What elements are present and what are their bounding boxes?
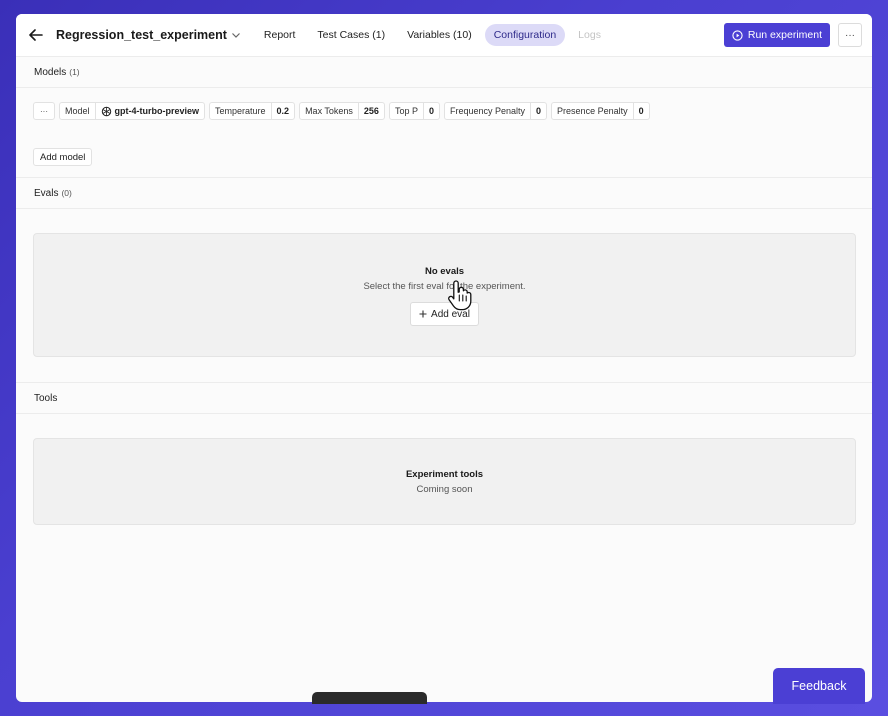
models-section-header: Models (1) bbox=[16, 57, 872, 88]
evals-heading: Evals bbox=[34, 187, 59, 199]
frequency-penalty-label: Frequency Penalty bbox=[449, 106, 526, 116]
chevron-down-icon bbox=[231, 33, 240, 38]
play-circle-icon bbox=[732, 29, 743, 41]
tools-section-header: Tools bbox=[16, 383, 872, 414]
max-tokens-label: Max Tokens bbox=[305, 106, 353, 116]
tab-bar: Report Test Cases (1) Variables (10) Con… bbox=[255, 24, 610, 46]
evals-body: No evals Select the first eval for the e… bbox=[16, 209, 872, 383]
temperature-value: 0.2 bbox=[270, 103, 295, 119]
frequency-penalty-value: 0 bbox=[530, 103, 546, 119]
back-arrow-icon[interactable] bbox=[26, 25, 46, 45]
temperature-chip[interactable]: Temperature 0.2 bbox=[209, 102, 296, 120]
frequency-penalty-chip[interactable]: Frequency Penalty 0 bbox=[443, 102, 548, 120]
top-p-value: 0 bbox=[422, 103, 439, 119]
tools-empty-subtitle: Coming soon bbox=[416, 483, 473, 495]
models-body: ··· Model gpt-4-turbo-preview Temperatur… bbox=[16, 88, 872, 178]
add-model-button[interactable]: Add model bbox=[33, 148, 93, 166]
evals-count: (0) bbox=[61, 188, 72, 198]
top-p-label: Top P bbox=[394, 106, 418, 116]
model-options-button[interactable]: ··· bbox=[33, 102, 55, 120]
presence-penalty-label: Presence Penalty bbox=[557, 106, 628, 116]
tools-body: Experiment tools Coming soon bbox=[16, 414, 872, 614]
models-heading: Models bbox=[34, 66, 67, 78]
more-options-button[interactable]: ··· bbox=[838, 23, 862, 47]
evals-section-header: Evals (0) bbox=[16, 178, 872, 209]
run-experiment-button[interactable]: Run experiment bbox=[723, 23, 830, 47]
tab-configuration[interactable]: Configuration bbox=[484, 24, 566, 46]
experiment-title-text: Regression_test_experiment bbox=[56, 28, 227, 42]
top-bar: Regression_test_experiment Report Test C… bbox=[16, 14, 872, 57]
experiment-title[interactable]: Regression_test_experiment bbox=[56, 28, 241, 42]
model-value: gpt-4-turbo-preview bbox=[114, 106, 200, 116]
models-count: (1) bbox=[69, 67, 80, 77]
model-label: Model bbox=[65, 106, 90, 116]
evals-empty-state: No evals Select the first eval for the e… bbox=[33, 233, 856, 357]
openai-logo-icon bbox=[101, 106, 111, 116]
evals-empty-title: No evals bbox=[424, 266, 465, 277]
bottom-toolbar-pill bbox=[312, 692, 427, 704]
hand-pointer-cursor-icon bbox=[448, 280, 472, 311]
run-experiment-label: Run experiment bbox=[747, 29, 822, 41]
tab-logs: Logs bbox=[578, 29, 601, 41]
presence-penalty-chip[interactable]: Presence Penalty 0 bbox=[551, 102, 650, 120]
tools-empty-state: Experiment tools Coming soon bbox=[33, 438, 856, 525]
feedback-button[interactable]: Feedback bbox=[773, 668, 865, 704]
model-params-row: ··· Model gpt-4-turbo-preview Temperatur… bbox=[33, 102, 650, 120]
tools-heading: Tools bbox=[34, 392, 58, 404]
max-tokens-value: 256 bbox=[357, 103, 384, 119]
tab-variables[interactable]: Variables (10) bbox=[398, 24, 481, 46]
app-window: Regression_test_experiment Report Test C… bbox=[16, 14, 872, 702]
temperature-label: Temperature bbox=[215, 106, 266, 116]
tools-empty-title: Experiment tools bbox=[405, 468, 484, 480]
tab-test-cases[interactable]: Test Cases (1) bbox=[308, 24, 394, 46]
top-p-chip[interactable]: Top P 0 bbox=[388, 102, 440, 120]
presence-penalty-value: 0 bbox=[632, 103, 649, 119]
model-chip[interactable]: Model gpt-4-turbo-preview bbox=[59, 102, 206, 120]
plus-icon bbox=[419, 310, 427, 318]
tab-report[interactable]: Report bbox=[255, 24, 305, 46]
max-tokens-chip[interactable]: Max Tokens 256 bbox=[299, 102, 385, 120]
evals-empty-subtitle: Select the first eval for the experiment… bbox=[363, 281, 526, 292]
